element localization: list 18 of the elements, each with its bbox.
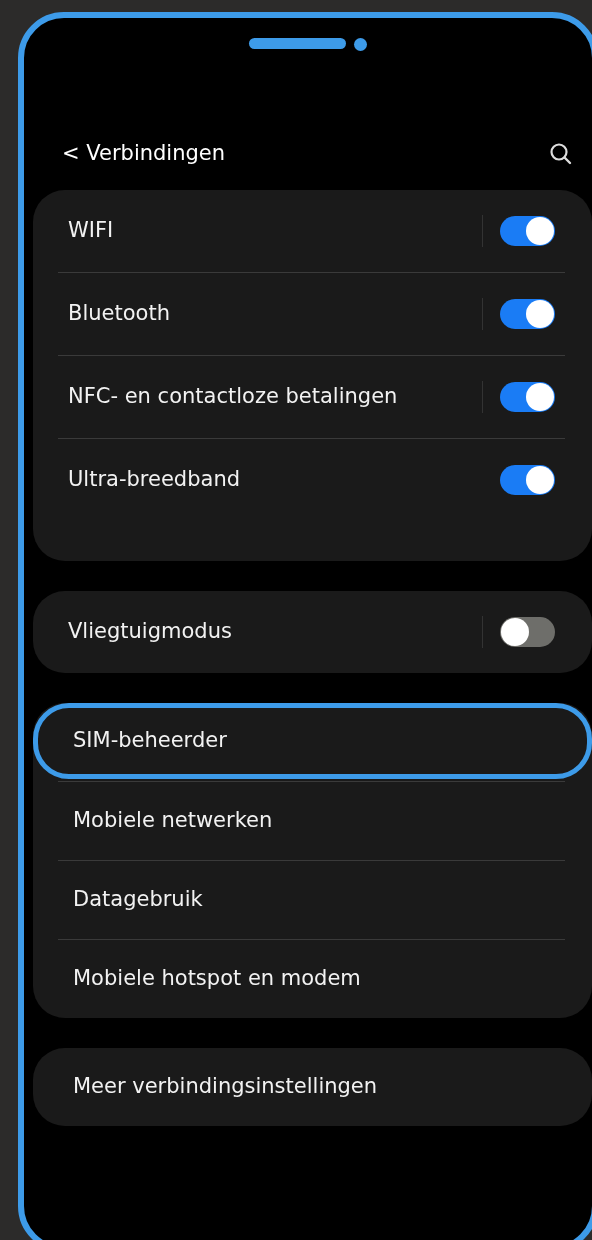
setting-label: Bluetooth <box>68 300 170 328</box>
settings-item[interactable]: SIM-beheerder <box>33 703 592 779</box>
search-icon[interactable] <box>548 141 574 167</box>
setting-label: WIFI <box>68 217 114 245</box>
settings-item[interactable]: Mobiele netwerken <box>33 782 592 860</box>
toggle-switch[interactable] <box>500 465 555 495</box>
camera-dot <box>354 38 367 51</box>
settings-item[interactable]: Datagebruik <box>33 861 592 939</box>
toggle-switch[interactable] <box>500 299 555 329</box>
setting-label: Vliegtuigmodus <box>68 618 232 646</box>
settings-item[interactable]: Meer verbindingsinstellingen <box>33 1048 592 1126</box>
settings-item[interactable]: Mobiele hotspot en modem <box>33 940 592 1018</box>
toggle-switch[interactable] <box>500 382 555 412</box>
toggle-switch[interactable] <box>500 617 555 647</box>
setting-label: Ultra-breedband <box>68 466 241 494</box>
toggle-switch[interactable] <box>500 216 555 246</box>
back-title[interactable]: < Verbindingen <box>62 138 226 170</box>
setting-label: NFC- en contactloze betalingen <box>68 383 398 411</box>
